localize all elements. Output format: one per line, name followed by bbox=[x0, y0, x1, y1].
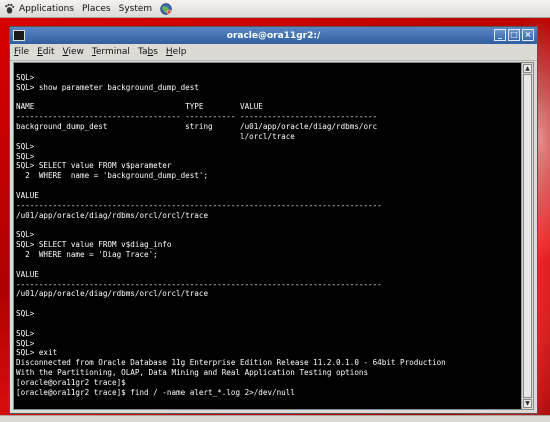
menu-terminal[interactable]: Terminal bbox=[92, 47, 130, 57]
minimize-button[interactable]: _ bbox=[494, 29, 506, 41]
menu-tabs[interactable]: Tabs bbox=[138, 47, 158, 57]
menu-edit[interactable]: Edit bbox=[37, 47, 54, 57]
window-controls: _ □ × bbox=[494, 29, 534, 41]
menu-view[interactable]: View bbox=[63, 47, 84, 57]
system-menu[interactable]: System bbox=[119, 4, 153, 14]
gnome-foot-icon bbox=[5, 3, 15, 14]
menu-file[interactable]: File bbox=[14, 47, 29, 57]
terminal-line: SQL> bbox=[16, 230, 35, 240]
close-button[interactable]: × bbox=[522, 29, 534, 41]
terminal-app-icon bbox=[13, 30, 25, 41]
bottom-panel bbox=[0, 415, 550, 422]
terminal-line: SQL> bbox=[16, 328, 35, 338]
terminal-output[interactable]: SQL> SQL> show parameter background_dump_… bbox=[16, 63, 521, 409]
terminal-area[interactable]: SQL> SQL> show parameter background_dump_… bbox=[13, 62, 534, 410]
terminal-line: VALUE bbox=[16, 269, 39, 279]
terminal-line: SQL> bbox=[16, 72, 35, 82]
terminal-line: SQL> bbox=[16, 141, 35, 151]
terminal-line: [oracle@ora11gr2 trace]$ find / -name al… bbox=[16, 387, 295, 397]
terminal-line: With the Partitioning, OLAP, Data Mining… bbox=[16, 368, 369, 378]
scroll-down-icon[interactable]: ▼ bbox=[523, 399, 532, 408]
terminal-line: background_dump_dest string /u01/app/ora… bbox=[16, 122, 378, 132]
terminal-line: ----------------------------------------… bbox=[16, 200, 382, 210]
terminal-line: /u01/app/oracle/diag/rdbms/orcl/orcl/tra… bbox=[16, 210, 209, 220]
terminal-line: /u01/app/oracle/diag/rdbms/orcl/orcl/tra… bbox=[16, 289, 209, 299]
window-title: oracle@ora11gr2:/ bbox=[226, 30, 321, 41]
terminal-scrollbar[interactable]: ▲ ▼ bbox=[521, 63, 533, 409]
applications-label: Applications bbox=[19, 3, 74, 14]
maximize-button[interactable]: □ bbox=[508, 29, 520, 41]
places-menu[interactable]: Places bbox=[82, 4, 111, 14]
terminal-line: l/orcl/trace bbox=[16, 131, 295, 141]
terminal-line: SQL> bbox=[16, 309, 35, 319]
terminal-line: NAME TYPE VALUE bbox=[16, 102, 263, 112]
menu-help[interactable]: Help bbox=[166, 47, 187, 57]
window-titlebar[interactable]: oracle@ora11gr2:/ _ □ × bbox=[10, 27, 537, 44]
terminal-line: ------------------------------------ ---… bbox=[16, 112, 378, 122]
menubar: File Edit View Terminal Tabs Help bbox=[10, 44, 537, 61]
terminal-window: oracle@ora11gr2:/ _ □ × File Edit View T… bbox=[9, 26, 538, 414]
network-launcher[interactable] bbox=[160, 2, 172, 15]
globe-icon bbox=[160, 2, 172, 15]
terminal-line: SQL> SELECT value FROM v$parameter bbox=[16, 161, 172, 171]
terminal-line: SQL> bbox=[16, 151, 35, 161]
terminal-line: Disconnected from Oracle Database 11g En… bbox=[16, 358, 446, 368]
terminal-line: 2 WHERE name = 'Diag Trace'; bbox=[16, 250, 158, 260]
scrollbar-thumb[interactable] bbox=[523, 74, 532, 398]
terminal-line: [oracle@ora11gr2 trace]$ bbox=[16, 378, 126, 387]
top-panel: Applications Places System bbox=[0, 0, 550, 18]
terminal-line: SQL> bbox=[16, 338, 35, 348]
scroll-up-icon[interactable]: ▲ bbox=[523, 64, 532, 73]
terminal-line: SQL> SELECT value FROM v$diag_info bbox=[16, 240, 172, 250]
terminal-line: 2 WHERE name = 'background_dump_dest'; bbox=[16, 171, 209, 181]
terminal-line: ----------------------------------------… bbox=[16, 279, 382, 289]
terminal-line: SQL> show parameter background_dump_dest bbox=[16, 82, 199, 92]
terminal-line: SQL> exit bbox=[16, 348, 58, 358]
applications-menu[interactable]: Applications bbox=[4, 3, 74, 14]
terminal-line: VALUE bbox=[16, 190, 39, 200]
